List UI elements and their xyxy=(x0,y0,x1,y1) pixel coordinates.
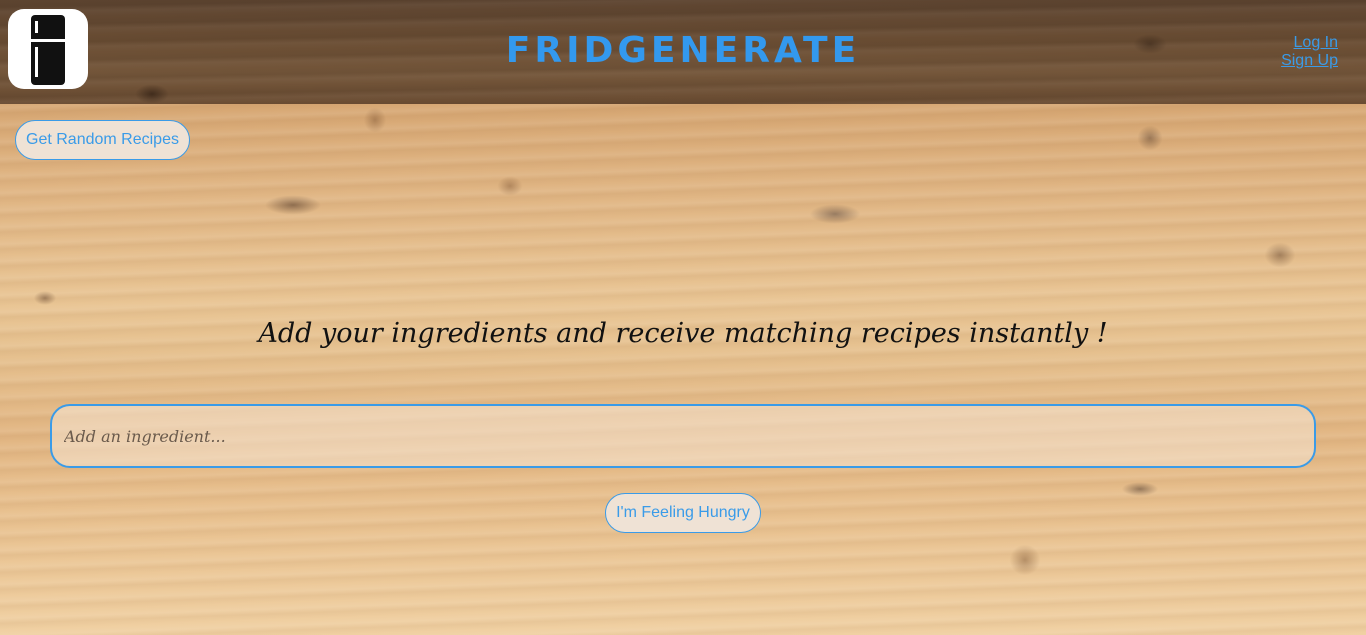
auth-links: Log In Sign Up xyxy=(1281,34,1338,70)
ingredient-input[interactable] xyxy=(50,404,1316,468)
signup-link[interactable]: Sign Up xyxy=(1281,52,1338,70)
feeling-hungry-button[interactable]: I'm Feeling Hungry xyxy=(605,493,761,533)
get-random-recipes-button[interactable]: Get Random Recipes xyxy=(15,120,190,160)
site-header: FRIDGENERATE Log In Sign Up xyxy=(0,0,1366,104)
tagline: Add your ingredients and receive matchin… xyxy=(258,318,1108,349)
login-link[interactable]: Log In xyxy=(1281,34,1338,52)
page-title: FRIDGENERATE xyxy=(505,30,861,71)
